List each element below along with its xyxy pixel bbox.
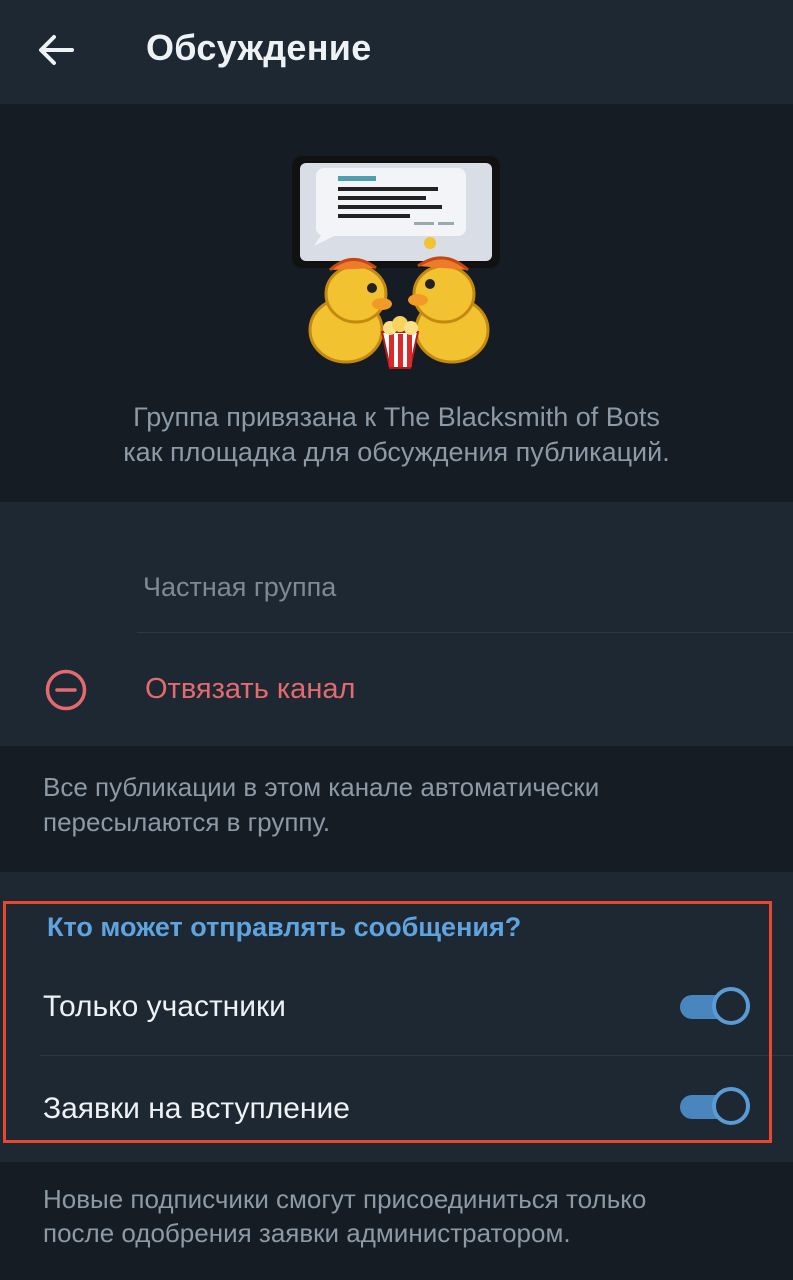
join-requests-switch[interactable] xyxy=(680,1087,750,1125)
unlink-channel-button[interactable]: Отвязать канал xyxy=(0,633,793,746)
linked-group-card: Частная группа Отвязать канал xyxy=(0,502,793,746)
join-requests-info-line2: после одобрения заявки администратором. xyxy=(43,1218,571,1248)
hero-text-line2: как площадка для обсуждения публикаций. xyxy=(123,437,670,467)
section-title: Кто может отправлять сообщения? xyxy=(47,912,522,942)
join-requests-info-line1: Новые подписчики смогут присоединиться т… xyxy=(43,1184,647,1214)
permissions-card: Кто может отправлять сообщения? Только у… xyxy=(0,872,793,1162)
app-header: Обсуждение xyxy=(0,0,793,104)
hero-section: Группа привязана к The Blacksmith of Bot… xyxy=(0,104,793,502)
members-only-switch[interactable] xyxy=(680,987,750,1025)
arrow-left-icon xyxy=(39,35,74,65)
hero-text-line1: Группа привязана к The Blacksmith of Bot… xyxy=(133,402,660,432)
forwarding-info-line2: пересылаются в группу. xyxy=(43,807,331,837)
switch-knob xyxy=(712,1087,750,1125)
forwarding-info-line1: Все публикации в этом канале автоматичес… xyxy=(43,772,600,802)
toggle-row-members-only[interactable]: Только участники xyxy=(0,956,793,1056)
toggle-label-join-requests: Заявки на вступление xyxy=(43,1092,350,1125)
ducks-watching-screen-sticker xyxy=(292,156,500,369)
toggle-label-members-only: Только участники xyxy=(43,990,286,1023)
page-title: Обсуждение xyxy=(146,27,372,68)
unlink-channel-label: Отвязать канал xyxy=(145,673,356,705)
toggle-row-join-requests[interactable]: Заявки на вступление xyxy=(0,1056,793,1156)
minus-circle-icon xyxy=(45,669,87,711)
back-button[interactable] xyxy=(30,26,82,74)
linked-group-name[interactable]: Частная группа xyxy=(143,572,336,603)
switch-knob xyxy=(712,987,750,1025)
